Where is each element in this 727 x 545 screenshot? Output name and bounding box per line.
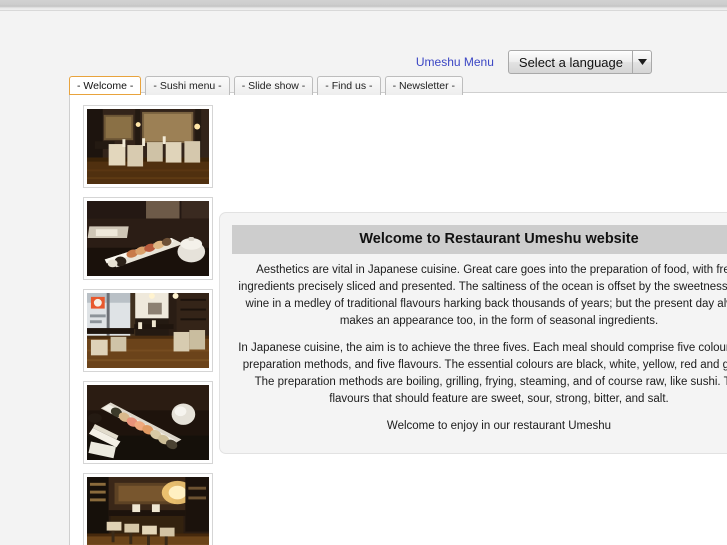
tab-find-us[interactable]: - Find us - bbox=[317, 75, 381, 95]
sushi-platter-long-tray-image bbox=[87, 385, 209, 460]
tab-welcome[interactable]: - Welcome - bbox=[69, 75, 142, 95]
photo-thumbnail[interactable] bbox=[83, 473, 213, 545]
welcome-heading: Welcome to Restaurant Umeshu website bbox=[232, 225, 727, 254]
welcome-closing-line: Welcome to enjoy in our restaurant Umesh… bbox=[386, 420, 612, 433]
page-viewport: Umeshu Menu Select a language - Welcome … bbox=[0, 11, 727, 545]
tab-slide-show[interactable]: - Slide show - bbox=[233, 75, 314, 95]
chevron-down-icon[interactable] bbox=[632, 51, 651, 73]
restaurant-dining-room-image bbox=[87, 109, 209, 184]
tab-newsletter[interactable]: - Newsletter - bbox=[384, 75, 463, 95]
language-select[interactable]: Select a language bbox=[507, 50, 652, 74]
sushi-platter-with-teapot-image bbox=[87, 201, 209, 276]
photo-thumbnail[interactable] bbox=[83, 197, 213, 280]
browser-toolbar-edge bbox=[0, 0, 727, 11]
site-page-body: u! bbox=[69, 92, 727, 545]
tab-sushi-menu[interactable]: - Sushi menu - bbox=[145, 75, 230, 95]
site-tab-bar: - Welcome - - Sushi menu - - Slide show … bbox=[69, 74, 669, 95]
welcome-content-card: Welcome to Restaurant Umeshu website Aes… bbox=[219, 212, 727, 455]
utility-bar: Umeshu Menu Select a language bbox=[0, 47, 727, 77]
language-select-value: Select a language bbox=[518, 54, 623, 70]
photo-thumbnail-rail bbox=[83, 105, 213, 545]
restaurant-bar-counter-stools-image bbox=[87, 477, 209, 545]
welcome-paragraph: In Japanese cuisine, the aim is to achie… bbox=[238, 342, 727, 406]
photo-thumbnail[interactable] bbox=[83, 381, 213, 464]
umeshu-menu-link[interactable]: Umeshu Menu bbox=[416, 55, 494, 69]
photo-thumbnail[interactable] bbox=[83, 105, 213, 188]
restaurant-window-bar-seating-image bbox=[87, 293, 209, 368]
photo-thumbnail[interactable] bbox=[83, 289, 213, 372]
welcome-paragraph: Aesthetics are vital in Japanese cuisine… bbox=[238, 264, 727, 328]
